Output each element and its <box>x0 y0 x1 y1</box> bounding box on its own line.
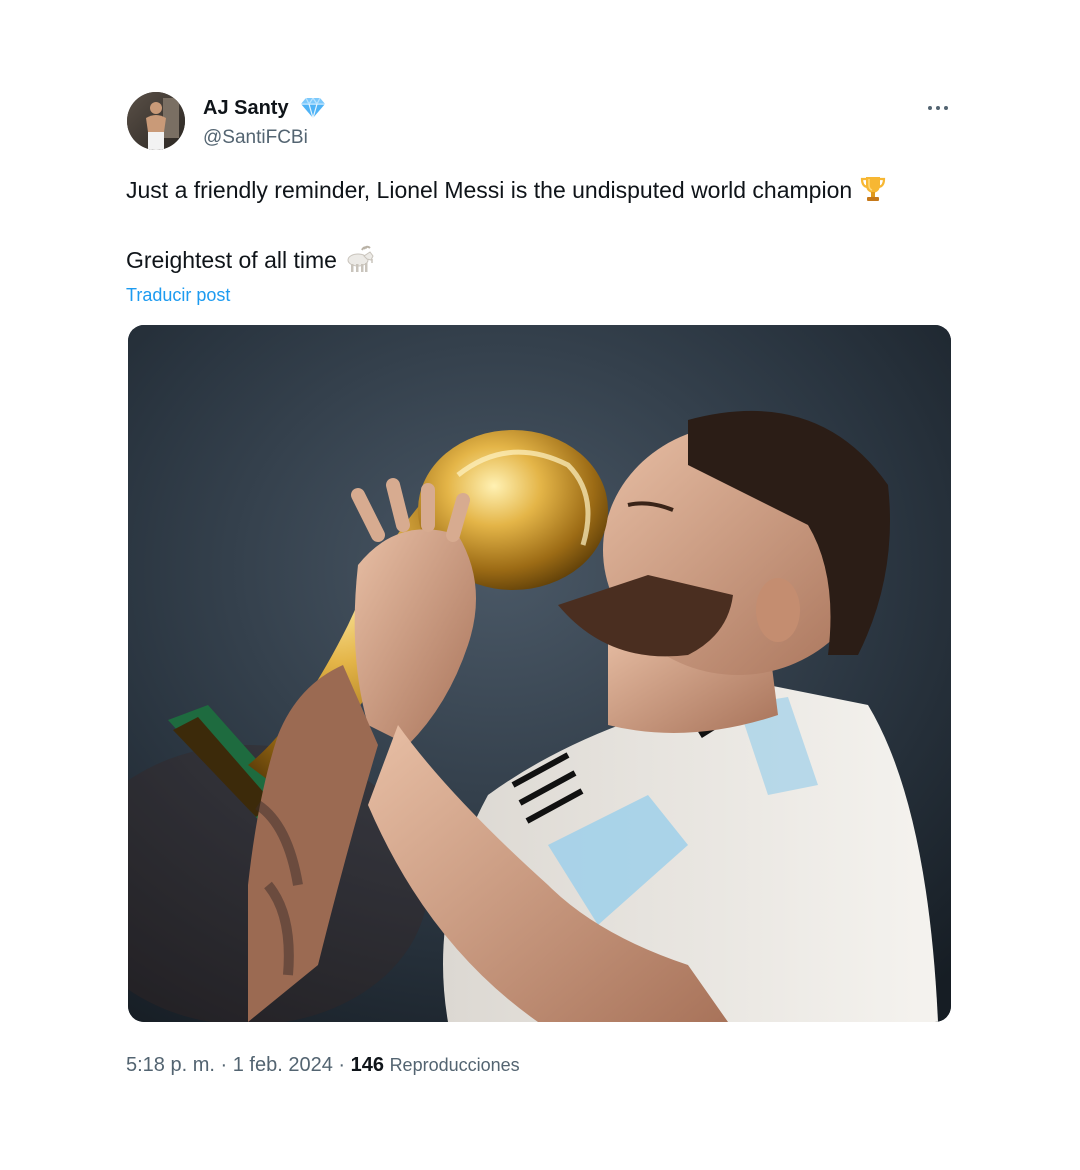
tweet-text-line-2: Greightest of all time <box>126 245 375 280</box>
tweet-text: Greightest of all time <box>126 247 337 273</box>
more-horizontal-icon <box>928 106 932 110</box>
tweet-meta: 5:18 p. m. · 1 feb. 2024 · 146 Reproducc… <box>126 1052 520 1078</box>
goat-icon <box>345 245 375 280</box>
tweet-time[interactable]: 5:18 p. m. <box>126 1054 215 1076</box>
tweet-card: AJ Santy @SantiFCBi Just a friendly remi… <box>0 0 1080 1170</box>
tweet-date[interactable]: 1 feb. 2024 <box>233 1054 333 1076</box>
tweet-text-line-1: Just a friendly reminder, Lionel Messi i… <box>126 175 886 210</box>
separator: · <box>220 1054 228 1076</box>
separator: · <box>338 1054 346 1076</box>
views-label: Reproducciones <box>389 1055 520 1075</box>
display-name[interactable]: AJ Santy <box>203 96 289 120</box>
avatar[interactable] <box>127 92 185 150</box>
trophy-icon <box>860 175 886 210</box>
player-kissing-trophy-photo[interactable] <box>128 325 951 1022</box>
translate-post-link[interactable]: Traducir post <box>126 283 230 307</box>
more-options-button[interactable] <box>920 96 956 120</box>
tweet-text: Just a friendly reminder, Lionel Messi i… <box>126 177 853 203</box>
user-handle[interactable]: @SantiFCBi <box>203 126 308 150</box>
views-count[interactable]: 146 <box>351 1054 384 1076</box>
blue-diamond-icon <box>300 96 326 121</box>
